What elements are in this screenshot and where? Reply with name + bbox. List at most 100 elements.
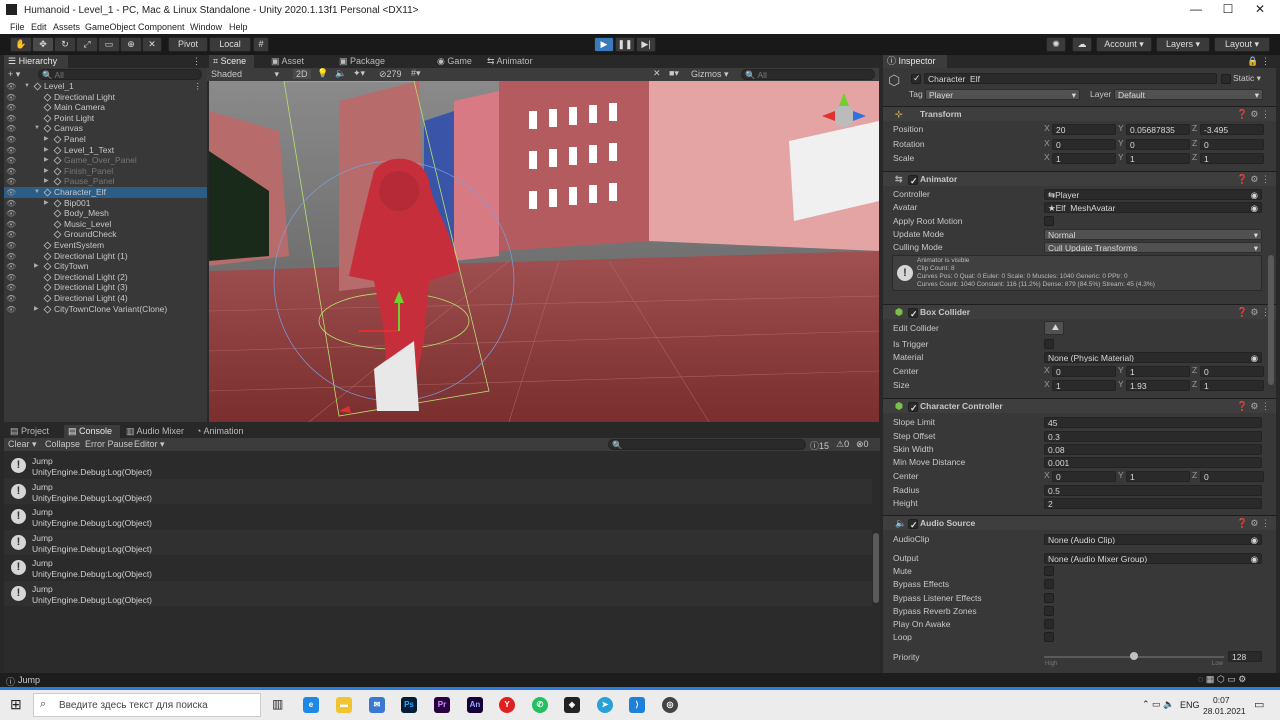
status-message[interactable]: Jump xyxy=(18,675,40,685)
console-scrollbar[interactable] xyxy=(872,453,880,605)
scene-viewport[interactable] xyxy=(209,81,879,422)
pause-button[interactable]: ❚❚ xyxy=(615,37,635,52)
rotation-y-field[interactable]: 0 xyxy=(1126,139,1190,150)
collapse-arrow-icon[interactable]: ▶ xyxy=(34,261,39,272)
hierarchy-item[interactable]: 👁 Directional Light (2) xyxy=(4,272,207,283)
component-options-icon[interactable]: ❓ ⚙ ⋮ xyxy=(1237,516,1270,531)
vscode-icon[interactable]: ⟩ xyxy=(629,697,645,713)
unity-hub-icon[interactable]: ◎ xyxy=(662,697,678,713)
controller-center-x-field[interactable]: 0 xyxy=(1052,471,1116,482)
tab-console[interactable]: ▤ Console xyxy=(64,425,120,438)
audio-clip-field[interactable]: None (Audio Clip) ◉ xyxy=(1044,534,1262,545)
axis-x-label[interactable]: X xyxy=(1044,365,1050,375)
layer-dropdown[interactable]: Default ▾ xyxy=(1114,89,1263,100)
collapse-arrow-icon[interactable]: ▶ xyxy=(44,166,49,177)
hierarchy-item[interactable]: 👁 ▼ Level_1 ⋮ xyxy=(4,81,207,92)
whatsapp-icon[interactable]: ✆ xyxy=(532,697,548,713)
clock-date[interactable]: 28.01.2021 xyxy=(1203,706,1246,716)
move-tool-icon[interactable]: ✥ xyxy=(32,37,54,52)
avatar-field[interactable]: ★Elf_MeshAvatar ◉ xyxy=(1044,202,1262,213)
culling-mode-dropdown[interactable]: Cull Update Transforms ▾ xyxy=(1044,242,1262,253)
menu-window[interactable]: Window xyxy=(190,22,222,32)
collapse-arrow-icon[interactable]: ▶ xyxy=(44,134,49,145)
hierarchy-item[interactable]: 👁 Body_Mesh xyxy=(4,208,207,219)
collider-size-z-field[interactable]: 1 xyxy=(1200,380,1264,391)
menu-file[interactable]: File xyxy=(10,22,25,32)
hierarchy-add-button[interactable]: + ▾ xyxy=(8,69,20,80)
priority-field[interactable]: 128 xyxy=(1228,651,1262,662)
grid-dropdown-icon[interactable]: #▾ xyxy=(411,68,421,79)
tab-animator[interactable]: ⇆ Animator xyxy=(483,55,543,68)
tab-audio-mixer[interactable]: ▥ Audio Mixer xyxy=(122,425,192,438)
hierarchy-search-input[interactable]: 🔍 All xyxy=(38,69,202,80)
visibility-eye-icon[interactable]: 👁 xyxy=(6,305,16,316)
audio-toggle-icon[interactable]: 🔈 xyxy=(335,68,346,79)
collider-size-y-field[interactable]: 1.93 xyxy=(1126,380,1190,391)
clear-button[interactable]: Clear ▾ xyxy=(8,439,37,450)
play-button[interactable]: ▶ xyxy=(594,37,614,52)
expand-arrow-icon[interactable]: ▼ xyxy=(34,123,40,134)
console-log-entry[interactable]: ! Jump UnityEngine.Debug:Log(Object) xyxy=(4,504,872,530)
step-offset-field[interactable]: 0.3 xyxy=(1044,431,1262,442)
axis-x-label[interactable]: X xyxy=(1044,379,1050,389)
mute-checkbox[interactable] xyxy=(1044,566,1054,576)
collider-center-z-field[interactable]: 0 xyxy=(1200,366,1264,377)
axis-z-label[interactable]: Z xyxy=(1192,365,1197,375)
audio-source-enabled-checkbox[interactable] xyxy=(908,518,918,533)
output-field[interactable]: None (Audio Mixer Group) ◉ xyxy=(1044,553,1262,564)
transform-header[interactable]: ⊹ Transform ❓ ⚙ ⋮ xyxy=(883,106,1276,121)
hand-tool-icon[interactable]: ✋ xyxy=(10,37,32,52)
tab-inspector[interactable]: ⓘ Inspector xyxy=(883,55,947,68)
slope-limit-field[interactable]: 45 xyxy=(1044,417,1262,428)
is-trigger-checkbox[interactable] xyxy=(1044,339,1054,349)
close-icon[interactable]: ✕ xyxy=(1244,2,1276,18)
rect-tool-icon[interactable]: ▭ xyxy=(98,37,120,52)
box-collider-header[interactable]: ⬢ Box Collider ❓ ⚙ ⋮ xyxy=(883,304,1276,322)
premiere-icon[interactable]: Pr xyxy=(434,697,450,713)
min-move-distance-field[interactable]: 0.001 xyxy=(1044,457,1262,468)
rotate-tool-icon[interactable]: ↻ xyxy=(54,37,76,52)
axis-z-label[interactable]: Z xyxy=(1192,123,1197,133)
axis-x-label[interactable]: X xyxy=(1044,152,1050,162)
toggle-2d-button[interactable]: 2D xyxy=(293,69,311,79)
axis-y-label[interactable]: Y xyxy=(1118,123,1124,133)
play-on-awake-checkbox[interactable] xyxy=(1044,619,1054,629)
hierarchy-item[interactable]: 👁 ▶ Bip001 xyxy=(4,198,207,209)
scene-menu-icon[interactable]: ⋮ xyxy=(194,81,203,92)
menu-assets[interactable]: Assets xyxy=(53,22,80,32)
mail-icon[interactable]: ✉ xyxy=(369,697,385,713)
expand-arrow-icon[interactable]: ▼ xyxy=(24,81,30,92)
tab-game[interactable]: ◉ Game xyxy=(433,55,473,68)
hierarchy-item[interactable]: 👁 ▶ Panel xyxy=(4,134,207,145)
console-scroll-thumb[interactable] xyxy=(873,533,879,603)
hierarchy-item[interactable]: 👁 Directional Light xyxy=(4,92,207,103)
scale-x-field[interactable]: 1 xyxy=(1052,153,1116,164)
bypass-effects-checkbox[interactable] xyxy=(1044,579,1054,589)
loop-checkbox[interactable] xyxy=(1044,632,1054,642)
box-collider-enabled-checkbox[interactable] xyxy=(908,307,918,322)
position-x-field[interactable]: 20 xyxy=(1052,124,1116,135)
scene-search-input[interactable]: 🔍 All xyxy=(741,69,875,80)
bypass-listener-effects-checkbox[interactable] xyxy=(1044,593,1054,603)
object-name-field[interactable]: Character_Elf xyxy=(924,73,1217,84)
editor-dropdown[interactable]: Editor ▾ xyxy=(134,439,165,450)
menu-help[interactable]: Help xyxy=(229,22,248,32)
console-log-entry[interactable]: ! Jump UnityEngine.Debug:Log(Object) xyxy=(4,580,872,606)
info-count-button[interactable]: ⓘ15 xyxy=(810,439,829,452)
local-button[interactable]: Local xyxy=(209,37,251,52)
axis-x-label[interactable]: X xyxy=(1044,123,1050,133)
console-log-entry[interactable]: ! Jump UnityEngine.Debug:Log(Object) xyxy=(4,529,872,555)
material-field[interactable]: None (Physic Material) ◉ xyxy=(1044,352,1262,363)
hierarchy-item[interactable]: 👁 Music_Level xyxy=(4,219,207,230)
static-checkbox[interactable] xyxy=(1221,74,1231,84)
hierarchy-item[interactable]: 👁 Main Camera xyxy=(4,102,207,113)
taskbar-search-input[interactable]: ⌕ Введите здесь текст для поиска xyxy=(33,693,261,717)
bypass-reverb-zones-checkbox[interactable] xyxy=(1044,606,1054,616)
windows-start-icon[interactable]: ⊞ xyxy=(10,696,22,713)
tab-project[interactable]: ▤ Project xyxy=(6,425,60,438)
animator-header[interactable]: ⇆ Animator ❓ ⚙ ⋮ xyxy=(883,171,1276,189)
console-search-input[interactable]: 🔍 xyxy=(608,439,806,450)
collapse-arrow-icon[interactable]: ▶ xyxy=(44,198,49,209)
scale-y-field[interactable]: 1 xyxy=(1126,153,1190,164)
task-view-icon[interactable]: ▥ xyxy=(272,697,283,711)
